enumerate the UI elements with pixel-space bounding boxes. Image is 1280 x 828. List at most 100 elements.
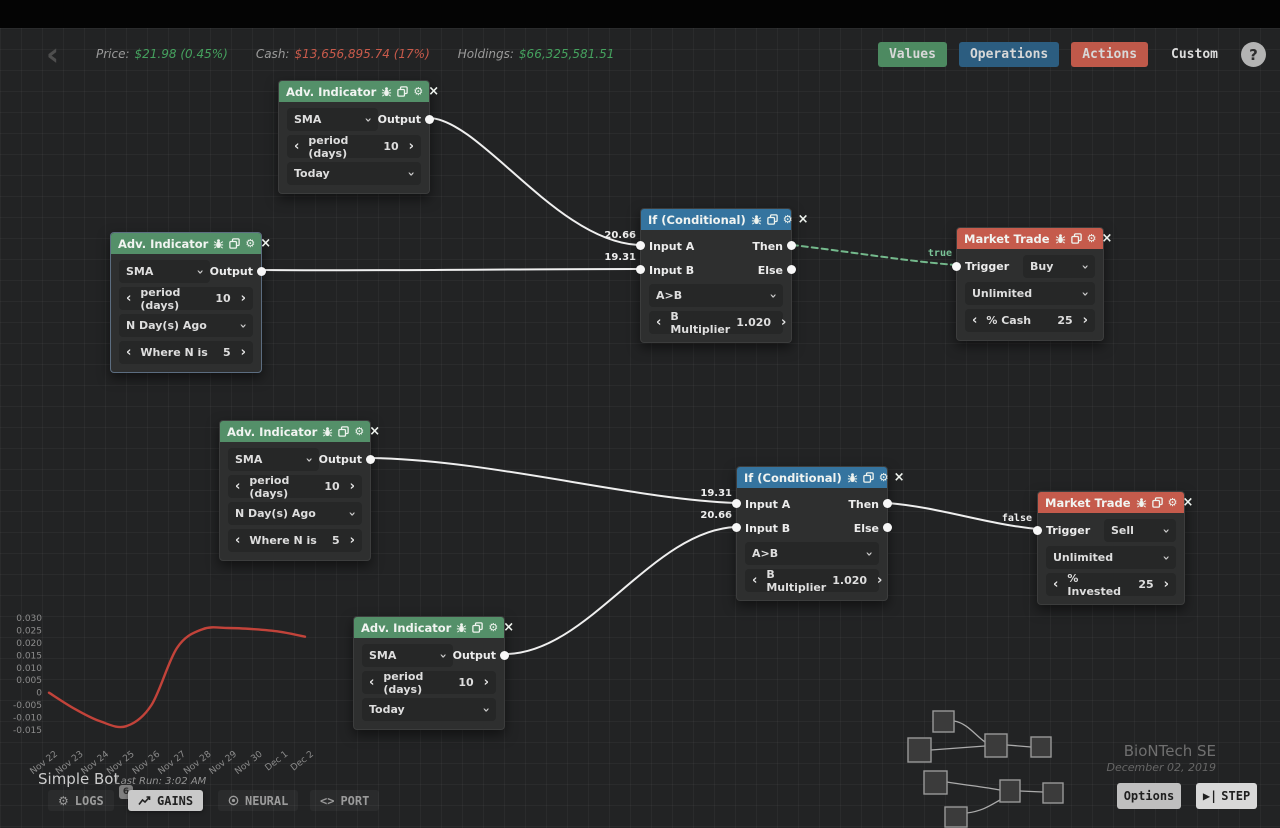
- indicator-select[interactable]: SMA ›: [228, 448, 319, 471]
- chevron-left-icon[interactable]: ‹: [235, 477, 240, 497]
- output-port[interactable]: [425, 115, 434, 124]
- node-header[interactable]: If (Conditional) ⚙ ×: [641, 209, 791, 230]
- close-icon[interactable]: ×: [894, 472, 905, 484]
- settings-icon[interactable]: ⚙: [245, 238, 255, 250]
- back-button[interactable]: ‹: [46, 38, 59, 70]
- duplicate-icon[interactable]: [1071, 233, 1082, 245]
- trigger-port[interactable]: [952, 262, 961, 271]
- chevron-right-icon[interactable]: ›: [1164, 575, 1169, 595]
- input-b-port[interactable]: [732, 523, 741, 532]
- tab-values[interactable]: Values: [878, 42, 947, 67]
- debug-icon[interactable]: [847, 472, 858, 484]
- indicator-select[interactable]: SMA ›: [287, 108, 378, 131]
- node-header[interactable]: Market Trade ⚙ ×: [957, 228, 1103, 249]
- duplicate-icon[interactable]: [767, 214, 778, 226]
- limit-select[interactable]: Unlimited ›: [965, 282, 1095, 305]
- node-market-trade-sell[interactable]: Market Trade ⚙ × Trigger Sell › Unlimite…: [1037, 491, 1185, 605]
- then-port[interactable]: [787, 241, 796, 250]
- period-stepper[interactable]: ‹ period (days) 10 ›: [287, 135, 421, 158]
- chevron-right-icon[interactable]: ›: [877, 571, 882, 591]
- settings-icon[interactable]: ⚙: [488, 622, 498, 634]
- chevron-left-icon[interactable]: ‹: [972, 311, 977, 331]
- settings-icon[interactable]: ⚙: [354, 426, 364, 438]
- close-icon[interactable]: ×: [428, 86, 439, 98]
- amount-stepper[interactable]: ‹ % Invested 25 ›: [1046, 573, 1176, 596]
- node-market-trade-buy[interactable]: Market Trade ⚙ × Trigger Buy › Unlimited…: [956, 227, 1104, 341]
- node-header[interactable]: Adv. Indicator ⚙ ×: [111, 233, 261, 254]
- duplicate-icon[interactable]: [338, 426, 349, 438]
- trigger-select[interactable]: Sell ›: [1104, 519, 1176, 542]
- close-icon[interactable]: ×: [260, 238, 271, 250]
- output-port[interactable]: [500, 651, 509, 660]
- period-stepper[interactable]: ‹ period (days) 10 ›: [119, 287, 253, 310]
- debug-icon[interactable]: [751, 214, 762, 226]
- input-b-port[interactable]: [636, 265, 645, 274]
- duplicate-icon[interactable]: [1152, 497, 1163, 509]
- debug-icon[interactable]: [456, 622, 467, 634]
- node-adv-indicator-1[interactable]: Adv. Indicator ⚙ × SMA › Output ‹ period…: [278, 80, 430, 194]
- tab-operations[interactable]: Operations: [959, 42, 1059, 67]
- limit-select[interactable]: Unlimited ›: [1046, 546, 1176, 569]
- close-icon[interactable]: ×: [1101, 233, 1112, 245]
- multiplier-stepper[interactable]: ‹ B Multiplier 1.020 ›: [745, 569, 879, 592]
- input-a-port[interactable]: [636, 241, 645, 250]
- then-port[interactable]: [883, 499, 892, 508]
- gains-button[interactable]: GAINS: [128, 790, 203, 811]
- timeframe-select[interactable]: N Day(s) Ago ›: [228, 502, 362, 525]
- settings-icon[interactable]: ⚙: [1168, 497, 1178, 509]
- settings-icon[interactable]: ⚙: [413, 86, 423, 98]
- timeframe-select[interactable]: N Day(s) Ago ›: [119, 314, 253, 337]
- node-adv-indicator-3[interactable]: Adv. Indicator ⚙ × SMA › Output ‹ period…: [219, 420, 371, 561]
- chevron-left-icon[interactable]: ‹: [752, 571, 757, 591]
- close-icon[interactable]: ×: [369, 426, 380, 438]
- multiplier-stepper[interactable]: ‹ B Multiplier 1.020 ›: [649, 311, 783, 334]
- trigger-select[interactable]: Buy ›: [1023, 255, 1095, 278]
- chevron-right-icon[interactable]: ›: [1083, 311, 1088, 331]
- else-port[interactable]: [787, 265, 796, 274]
- debug-icon[interactable]: [1136, 497, 1147, 509]
- close-icon[interactable]: ×: [798, 214, 809, 226]
- trigger-port[interactable]: [1033, 526, 1042, 535]
- chevron-left-icon[interactable]: ‹: [656, 313, 661, 333]
- condition-select[interactable]: A>B ›: [649, 284, 783, 307]
- indicator-select[interactable]: SMA ›: [119, 260, 210, 283]
- debug-icon[interactable]: [381, 86, 392, 98]
- input-a-port[interactable]: [732, 499, 741, 508]
- chevron-left-icon[interactable]: ‹: [369, 673, 374, 693]
- else-port[interactable]: [883, 523, 892, 532]
- duplicate-icon[interactable]: [397, 86, 408, 98]
- condition-select[interactable]: A>B ›: [745, 542, 879, 565]
- port-button[interactable]: <> PORT: [310, 790, 379, 811]
- n-stepper[interactable]: ‹ Where N is 5 ›: [228, 529, 362, 552]
- output-port[interactable]: [366, 455, 375, 464]
- step-button[interactable]: ▶| STEP: [1196, 783, 1257, 809]
- indicator-select[interactable]: SMA ›: [362, 644, 453, 667]
- chevron-right-icon[interactable]: ›: [484, 673, 489, 693]
- chevron-left-icon[interactable]: ‹: [1053, 575, 1058, 595]
- node-adv-indicator-4[interactable]: Adv. Indicator ⚙ × SMA › Output ‹ period…: [353, 616, 505, 730]
- chevron-right-icon[interactable]: ›: [409, 137, 414, 157]
- node-header[interactable]: Adv. Indicator ⚙ ×: [279, 81, 429, 102]
- debug-icon[interactable]: [213, 238, 224, 250]
- amount-stepper[interactable]: ‹ % Cash 25 ›: [965, 309, 1095, 332]
- chevron-right-icon[interactable]: ›: [241, 289, 246, 309]
- period-stepper[interactable]: ‹ period (days) 10 ›: [362, 671, 496, 694]
- chevron-left-icon[interactable]: ‹: [126, 343, 131, 363]
- debug-icon[interactable]: [322, 426, 333, 438]
- settings-icon[interactable]: ⚙: [1087, 233, 1097, 245]
- node-editor-canvas[interactable]: [0, 28, 1280, 828]
- logs-button[interactable]: ⚙ LOGS: [48, 790, 114, 811]
- chevron-right-icon[interactable]: ›: [241, 343, 246, 363]
- node-adv-indicator-2[interactable]: Adv. Indicator ⚙ × SMA › Output ‹ period…: [110, 232, 262, 373]
- chevron-left-icon[interactable]: ‹: [235, 531, 240, 551]
- node-header[interactable]: Market Trade ⚙ ×: [1038, 492, 1184, 513]
- node-header[interactable]: If (Conditional) ⚙ ×: [737, 467, 887, 488]
- close-icon[interactable]: ×: [503, 622, 514, 634]
- tab-custom[interactable]: Custom: [1160, 42, 1229, 67]
- chevron-right-icon[interactable]: ›: [350, 531, 355, 551]
- duplicate-icon[interactable]: [472, 622, 483, 634]
- node-if-conditional-2[interactable]: If (Conditional) ⚙ × Input A Then Input …: [736, 466, 888, 601]
- close-icon[interactable]: ×: [1182, 497, 1193, 509]
- output-port[interactable]: [257, 267, 266, 276]
- chevron-left-icon[interactable]: ‹: [126, 289, 131, 309]
